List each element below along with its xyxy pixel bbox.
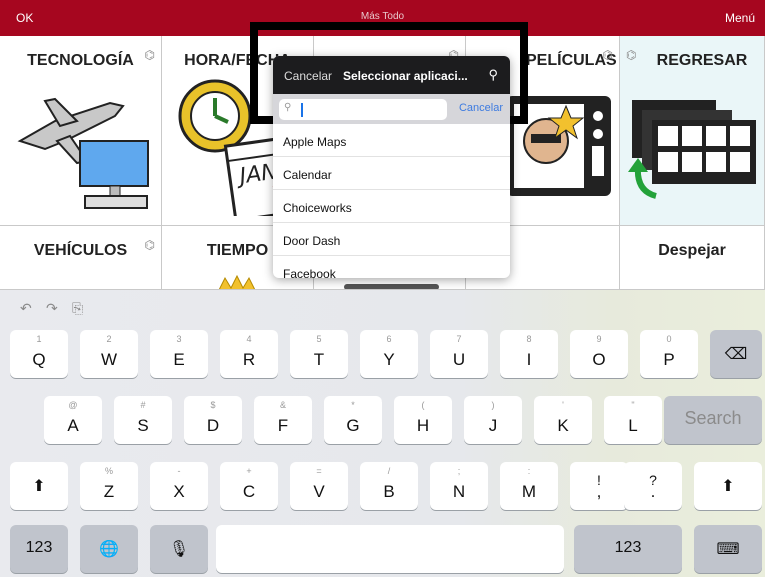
top-bar-title: Más Todo (360, 11, 405, 22)
key-x[interactable]: -X (150, 462, 208, 510)
shift-icon: ⬆ (721, 478, 735, 495)
key-a[interactable]: @ A (44, 396, 102, 444)
microphone-icon: 🎙 (168, 541, 190, 558)
tile-label: TECNOLOGÍA (27, 52, 134, 69)
folder-icon: ⌬ (144, 48, 155, 62)
search-icon: ⚲ (284, 102, 292, 113)
key-d[interactable]: $ D (184, 396, 242, 444)
key-e[interactable]: 3E (150, 330, 208, 378)
list-item[interactable]: Calendar (273, 157, 510, 190)
key-v[interactable]: = V (290, 462, 348, 510)
globe-key[interactable]: 🌐 (80, 525, 138, 573)
backspace-icon: ⌫ (724, 346, 748, 363)
popover-header: Cancelar Seleccionar aplicaci... ⚲ (273, 56, 510, 94)
hide-keyboard-key[interactable]: ⌨ (694, 525, 762, 573)
search-bar: ⚲ Cancelar (273, 94, 510, 124)
key-q[interactable]: 1Q (10, 330, 68, 378)
menu-button[interactable]: Menú (725, 11, 755, 25)
tile-regresar[interactable]: REGRESAR ⌬ (620, 36, 765, 226)
key-g[interactable]: * G (324, 396, 382, 444)
key-h[interactable]: (H (394, 396, 452, 444)
key-i[interactable]: 8I (500, 330, 558, 378)
key-n[interactable]: ; N (430, 462, 488, 510)
numbers-key-right[interactable]: 123 (574, 525, 682, 573)
keyboard-hide-icon: ⌨ (716, 541, 740, 558)
undo-icon[interactable]: ↶ (20, 300, 32, 317)
app-picker-popover: Cancelar Seleccionar aplicaci... ⚲ ⚲ Can… (273, 56, 510, 278)
list-item[interactable]: Door Dash (273, 223, 510, 256)
key-t[interactable]: 5T (290, 330, 348, 378)
tile-label: VEHÍCULOS (33, 242, 128, 259)
folder-icon: ⌬ (626, 48, 637, 62)
tile-label: Despejar (658, 242, 726, 259)
key-c[interactable]: + C (220, 462, 278, 510)
search-input[interactable]: ⚲ (279, 99, 447, 120)
redo-icon[interactable]: ↷ (46, 300, 58, 317)
shift-icon: ⬆ (32, 478, 46, 495)
popover-title: Seleccionar aplicaci... (343, 69, 468, 83)
key-exclaim-comma[interactable]: !, (570, 462, 628, 510)
app-list: Apple Maps Calendar Choiceworks Door Das… (273, 124, 510, 278)
tile-despejar[interactable]: Despejar (620, 226, 765, 290)
backspace-key[interactable]: ⌫ (710, 330, 762, 378)
globe-icon: 🌐 (99, 541, 119, 558)
key-s[interactable]: # S (114, 396, 172, 444)
back-boards-icon (628, 100, 756, 199)
key-question-period[interactable]: ?. (624, 462, 682, 510)
text-caret (301, 103, 303, 117)
airplane-computer-icon (17, 97, 149, 209)
tile-label: REGRESAR (656, 52, 748, 69)
key-f[interactable]: & F (254, 396, 312, 444)
search-cancel-button[interactable]: Cancelar (459, 102, 503, 114)
folder-icon: ⌬ (602, 48, 613, 62)
paste-icon[interactable]: ⎘ (72, 300, 83, 317)
tile-vehiculos[interactable]: VEHÍCULOS ⌬ (0, 226, 162, 290)
search-icon[interactable]: ⚲ (488, 67, 498, 83)
shift-key-right[interactable]: ⬆ (694, 462, 762, 510)
list-item[interactable]: Apple Maps (273, 124, 510, 157)
key-r[interactable]: 4R (220, 330, 278, 378)
key-u[interactable]: 7U (430, 330, 488, 378)
key-w[interactable]: 2W (80, 330, 138, 378)
space-bar[interactable] (216, 525, 564, 573)
key-m[interactable]: :M (500, 462, 558, 510)
key-k[interactable]: ' K (534, 396, 592, 444)
key-y[interactable]: 6Y (360, 330, 418, 378)
dictation-key[interactable]: 🎙 (150, 525, 208, 573)
key-o[interactable]: 9O (570, 330, 628, 378)
list-item[interactable]: Choiceworks (273, 190, 510, 223)
numbers-key-left[interactable]: 123 (10, 525, 68, 573)
app-root: OK Más Todo Menú TECNOLOGÍA ⌬ HORA/FECHA (0, 0, 765, 577)
shift-key-left[interactable]: ⬆ (10, 462, 68, 510)
key-b[interactable]: / B (360, 462, 418, 510)
key-z[interactable]: % Z (80, 462, 138, 510)
key-j[interactable]: ) J (464, 396, 522, 444)
search-key[interactable]: Search (664, 396, 762, 444)
key-l[interactable]: " L (604, 396, 662, 444)
list-item[interactable]: Facebook (273, 256, 510, 278)
sun-icon (218, 274, 256, 289)
tile-tecnologia[interactable]: TECNOLOGÍA ⌬ (0, 36, 162, 226)
popover-cancel-button[interactable]: Cancelar (284, 69, 332, 83)
keyboard: ↶ ↷ ⎘ 1Q 2W 3E 4R 5T 6Y 7U 8I 9O 0P ⌫ @ A… (0, 290, 765, 577)
key-p[interactable]: 0P (640, 330, 698, 378)
folder-icon: ⌬ (144, 238, 155, 252)
